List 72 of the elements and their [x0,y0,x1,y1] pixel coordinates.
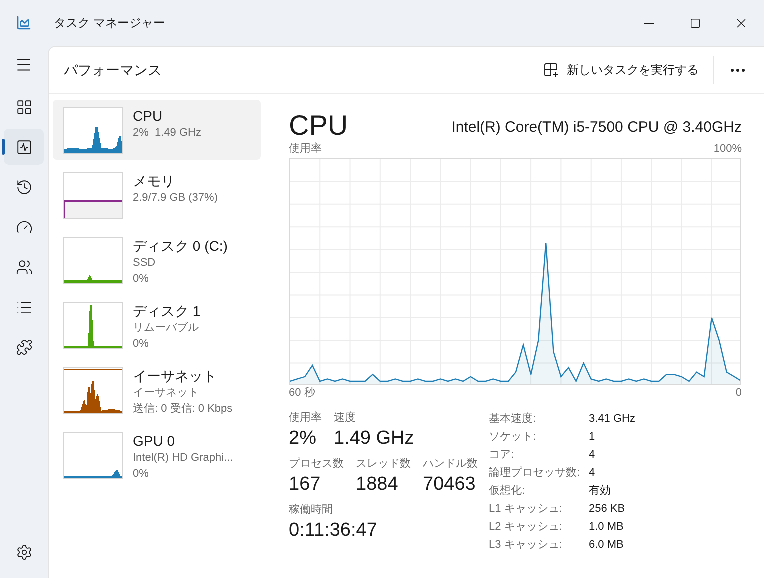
users-icon [16,258,32,276]
cpu-model: Intel(R) Core(TM) i5-7500 CPU @ 3.40GHz [452,118,742,138]
device-info: 送信: 0 受信: 0 Kbps [133,402,233,417]
device-name: ディスク 0 (C:) [133,237,228,255]
stat-value: 2% [289,427,318,451]
graph-label: 使用率 [289,142,322,156]
device-info: 0% [133,272,150,287]
maximize-icon [690,18,700,28]
add-task-icon [543,62,559,78]
history-icon [16,178,32,196]
device-info: イーサネット [133,386,200,401]
stat-value: 167 [289,473,322,497]
window-title: タスク マネージャー [54,15,166,32]
spec-label: 仮想化: [489,484,526,499]
activity-icon [16,138,32,156]
spec-value: 6.0 MB [589,538,625,553]
spec-value: 1.0 MB [589,520,625,535]
puzzle-icon [16,338,32,356]
spec-label: コア: [489,448,516,463]
stat-value: 70463 [423,473,477,497]
stat-value: 0:11:36:47 [289,519,378,543]
device-name: ディスク 1 [133,302,201,320]
spec-value: 4 [589,448,596,463]
device-item[interactable]: イーサネット イーサネット 送信: 0 受信: 0 Kbps [53,360,261,420]
device-name: CPU [133,107,164,125]
spec-label: 基本速度: [489,412,538,427]
device-info: Intel(R) HD Graphi... [133,451,234,466]
spec-value: 1 [589,430,596,445]
device-info: リムーバブル [133,320,200,336]
gauge-icon [16,218,32,236]
stat-label: スレッド数 [356,457,411,472]
stat-label: ハンドル数 [423,457,478,472]
spec-label: L1 キャッシュ: [489,502,564,517]
spec-label: L3 キャッシュ: [489,538,564,553]
detail-title: CPU [289,110,348,142]
device-item[interactable]: GPU 0 Intel(R) HD Graphi... 0% [53,425,261,485]
spec-value: 4 [589,466,596,481]
spec-label: ソケット: [489,430,538,445]
page-title: パフォーマンス [64,60,162,80]
stat-label: 稼働時間 [289,503,334,518]
graph-end-label: 0 [736,386,742,400]
run-task-button[interactable]: 新しいタスクを実行する [535,54,707,86]
spec-value: 3.41 GHz [589,412,636,427]
minimize-icon [644,22,654,24]
device-info: 2.9/7.9 GB (37%) [133,191,218,206]
spec-value: 有効 [589,484,612,499]
spec-label: L2 キャッシュ: [489,520,564,535]
stat-value: 1.49 GHz [334,427,414,451]
graph-start-label: 60 秒 [289,386,316,400]
spec-value: 256 KB [589,502,626,517]
stat-value: 1884 [356,473,400,497]
device-name: GPU 0 [133,432,176,450]
spec-label: 論理プロセッサ数: [489,466,582,481]
device-name: メモリ [133,172,176,190]
device-name: イーサネット [133,367,218,385]
nav-button[interactable] [4,129,44,165]
stat-label: プロセス数 [289,456,344,472]
stat-label: 使用率 [289,410,322,426]
device-info: 2% 1.49 GHz [133,126,202,141]
graph-max-label: 100% [714,142,742,156]
settings-icon [16,544,32,560]
device-info: SSD [133,256,157,271]
device-item[interactable]: メモリ 2.9/7.9 GB (37%) [53,165,261,225]
device-info: 0% [133,337,150,352]
stat-label: 速度 [334,410,357,426]
device-item[interactable]: CPU 2% 1.49 GHz [53,100,261,160]
device-item[interactable]: ディスク 1 リムーバブル 0% [53,295,261,355]
app-icon [16,15,32,31]
more-icon [731,68,745,72]
grid-icon [16,98,32,116]
device-info: 0% [133,467,150,482]
device-item[interactable]: ディスク 0 (C:) SSD 0% [53,230,261,290]
